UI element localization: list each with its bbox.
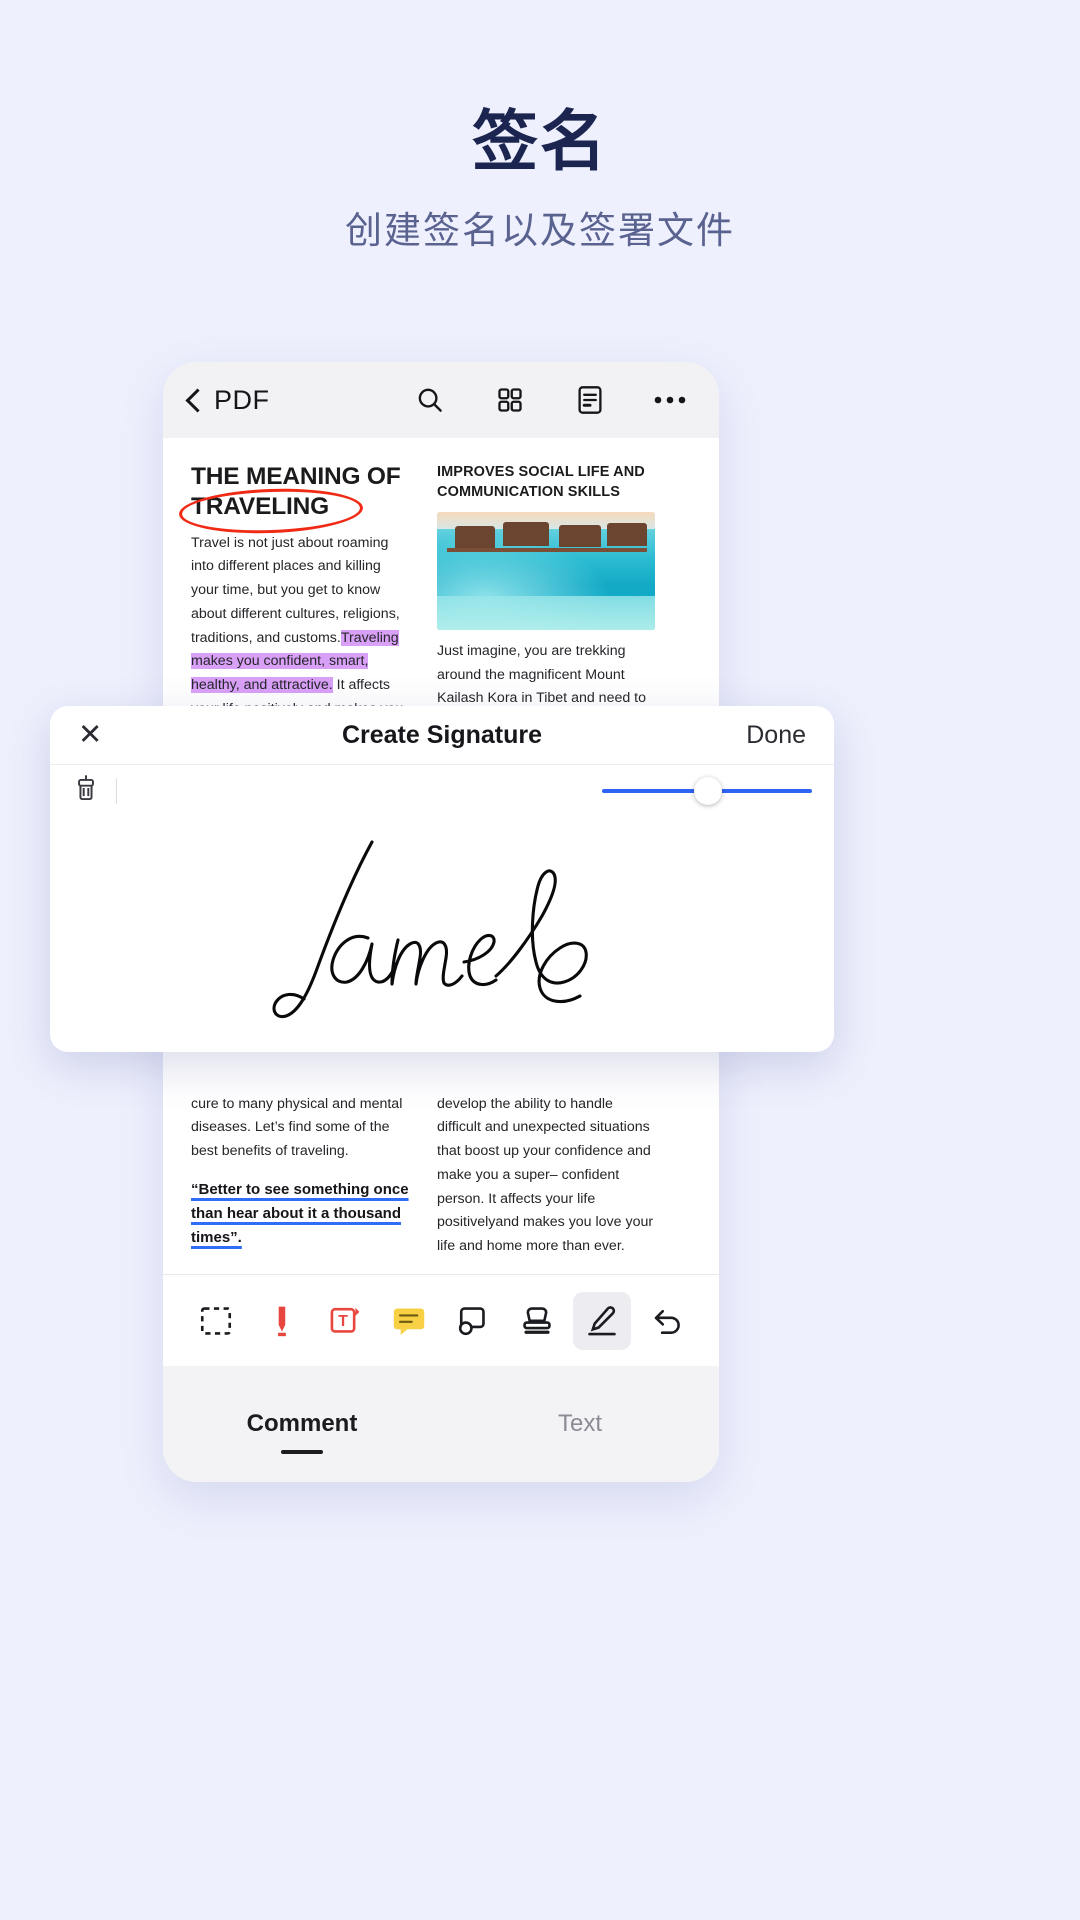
document-columns-lower: cure to many physical and mental disease…: [191, 1093, 691, 1259]
heading-line-2: TRAVELING: [191, 492, 329, 520]
back-button[interactable]: PDF: [185, 384, 270, 416]
document-heading-secondary: IMPROVES SOCIAL LIFE AND COMMUNICATION S…: [437, 464, 645, 500]
heading-line-1: THE MEANING OF: [191, 463, 401, 490]
highlight-icon[interactable]: [251, 1292, 309, 1350]
stroke-width-slider[interactable]: [602, 776, 812, 805]
document-photo: [437, 512, 655, 630]
note-icon[interactable]: [380, 1292, 438, 1350]
photo-hut: [455, 526, 495, 548]
stamp-icon[interactable]: [508, 1292, 566, 1350]
tab-text[interactable]: Text: [441, 1410, 719, 1438]
tab-comment[interactable]: Comment: [163, 1410, 441, 1438]
pdf-toolbar: PDF: [163, 362, 719, 438]
signature-modal-header: ✕ Create Signature Done: [50, 706, 834, 764]
document-right-column-lower: develop the ability to handle difficult …: [437, 1093, 655, 1259]
outline-icon[interactable]: [567, 385, 613, 415]
chevron-left-icon: [185, 387, 210, 413]
more-icon[interactable]: [647, 395, 693, 405]
annotation-toolbar: T: [163, 1274, 719, 1366]
paragraph-text-1: Travel is not just about roaming into di…: [191, 534, 400, 646]
signature-drawing: [272, 840, 588, 1019]
done-button[interactable]: Done: [746, 721, 806, 750]
signature-tools-row: [50, 764, 834, 816]
document-heading-main: THE MEANING OF TRAVELING: [178, 462, 401, 537]
document-left-column-lower: cure to many physical and mental disease…: [191, 1093, 409, 1259]
bottom-tab-bar: Comment Text: [163, 1366, 719, 1482]
photo-hut: [607, 523, 647, 546]
signature-modal-title: Create Signature: [341, 720, 543, 749]
select-area-icon[interactable]: [187, 1292, 245, 1350]
svg-text:T: T: [338, 1313, 348, 1330]
tab-comment-label: Comment: [246, 1410, 358, 1437]
photo-shallow-water: [437, 596, 655, 630]
create-signature-modal: ✕ Create Signature Done: [50, 706, 834, 1052]
tab-text-label: Text: [557, 1410, 602, 1437]
slider-knob[interactable]: [694, 776, 722, 805]
undo-icon[interactable]: [637, 1292, 695, 1350]
page-title: 签名: [472, 104, 608, 178]
shape-icon[interactable]: [444, 1292, 502, 1350]
photo-hut: [503, 522, 549, 546]
text-box-icon[interactable]: T: [316, 1292, 374, 1350]
photo-hut: [559, 525, 601, 547]
signature-icon[interactable]: [572, 1291, 631, 1350]
grid-icon[interactable]: [487, 386, 533, 414]
search-icon[interactable]: [407, 385, 453, 415]
back-button-label: PDF: [214, 384, 270, 415]
photo-deck: [447, 548, 647, 552]
tool-separator: [116, 777, 117, 804]
brush-clear-icon[interactable]: [72, 773, 100, 808]
left-lower-text: cure to many physical and mental disease…: [191, 1095, 403, 1160]
signature-canvas[interactable]: [50, 816, 834, 1048]
right-lower-text: develop the ability to handle difficult …: [437, 1095, 654, 1254]
page-subtitle: 创建签名以及签署文件: [345, 210, 735, 251]
document-quote: “Better to see something once than hear …: [191, 1180, 409, 1247]
